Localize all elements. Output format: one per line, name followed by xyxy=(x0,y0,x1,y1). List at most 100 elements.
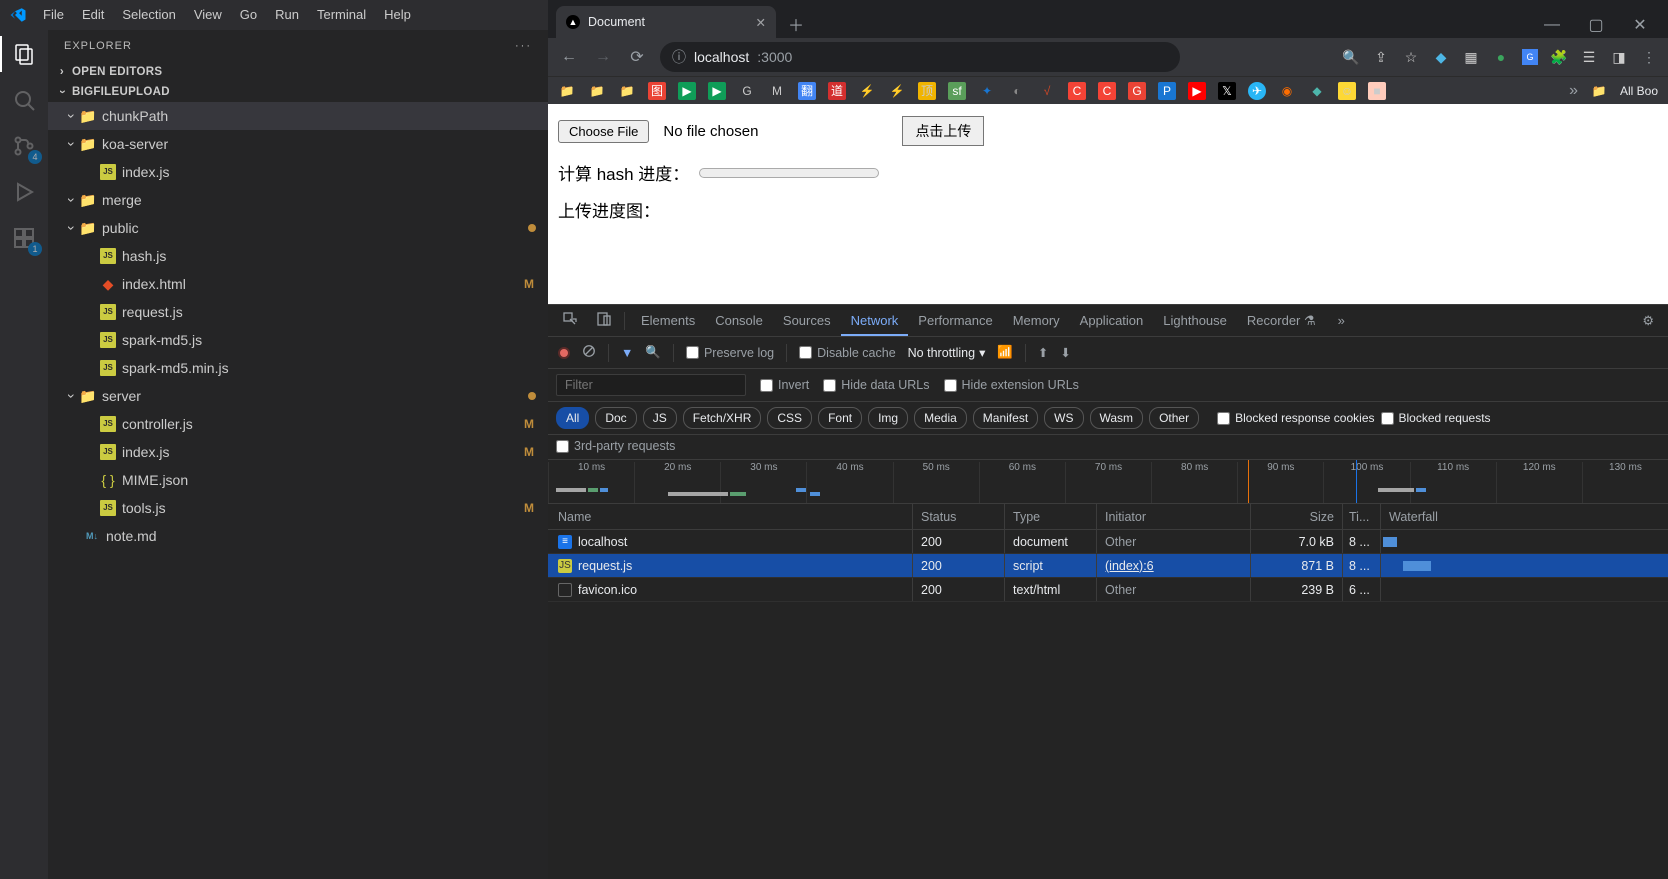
record-icon[interactable] xyxy=(558,347,570,359)
wifi-icon[interactable]: 📶 xyxy=(997,345,1013,360)
menu-help[interactable]: Help xyxy=(375,4,420,25)
throttling-select[interactable]: No throttling ▾ xyxy=(908,345,986,360)
file-request.js[interactable]: JSrequest.js xyxy=(48,298,548,326)
type-filter-doc[interactable]: Doc xyxy=(595,407,636,429)
bm-folder-icon[interactable]: 📁 xyxy=(1590,82,1608,100)
bm-overflow[interactable]: » xyxy=(1569,82,1578,100)
bm-icon[interactable]: ■ xyxy=(1368,82,1386,100)
search-icon[interactable] xyxy=(10,86,38,114)
file-index.html[interactable]: ◆index.htmlM xyxy=(48,270,548,298)
req-initiator[interactable]: (index):6 xyxy=(1105,559,1154,573)
col-type[interactable]: Type xyxy=(1005,504,1097,529)
bm-icon[interactable]: 图 xyxy=(648,82,666,100)
menu-terminal[interactable]: Terminal xyxy=(308,4,375,25)
bm-icon[interactable]: ◆ xyxy=(1308,82,1326,100)
clear-icon[interactable] xyxy=(582,344,596,361)
maximize-icon[interactable]: ▢ xyxy=(1576,12,1616,38)
reading-list-icon[interactable]: ☰ xyxy=(1580,48,1598,66)
bm-gmail-icon[interactable]: M xyxy=(768,82,786,100)
bm-folder-icon[interactable]: 📁 xyxy=(618,82,636,100)
devtools-tab-lighthouse[interactable]: Lighthouse xyxy=(1153,306,1237,336)
file-MIME.json[interactable]: { }MIME.json xyxy=(48,466,548,494)
bm-icon[interactable]: C xyxy=(1068,82,1086,100)
hide-ext-urls-checkbox[interactable]: Hide extension URLs xyxy=(944,378,1079,392)
more-tabs-icon[interactable]: » xyxy=(1332,313,1351,328)
col-waterfall[interactable]: Waterfall xyxy=(1381,504,1668,529)
network-row[interactable]: favicon.ico200text/htmlOther239 B6 ... xyxy=(548,578,1668,602)
download-har-icon[interactable]: ⬇ xyxy=(1060,345,1070,360)
network-row[interactable]: JSrequest.js200script(index):6871 B8 ... xyxy=(548,554,1668,578)
devtools-tab-recorder[interactable]: Recorder ⚗ xyxy=(1237,306,1326,336)
bm-icon[interactable]: 翻 xyxy=(798,82,816,100)
device-toggle-icon[interactable] xyxy=(590,311,618,330)
omnibox[interactable]: ⓘ localhost:3000 xyxy=(660,42,1180,72)
bm-folder-icon[interactable]: 📁 xyxy=(558,82,576,100)
devtools-tab-sources[interactable]: Sources xyxy=(773,306,841,336)
zoom-icon[interactable]: 🔍 xyxy=(1342,48,1360,66)
menu-run[interactable]: Run xyxy=(266,4,308,25)
bm-x-icon[interactable]: 𝕏 xyxy=(1218,82,1236,100)
file-index.js[interactable]: JSindex.jsM xyxy=(48,438,548,466)
bm-google-icon[interactable]: G xyxy=(738,82,756,100)
file-spark-md5.js[interactable]: JSspark-md5.js xyxy=(48,326,548,354)
devtools-tab-network[interactable]: Network xyxy=(841,306,909,336)
share-icon[interactable]: ⇪ xyxy=(1372,48,1390,66)
close-tab-icon[interactable]: ✕ xyxy=(756,15,766,30)
devtools-tab-application[interactable]: Application xyxy=(1070,306,1154,336)
inspect-icon[interactable] xyxy=(556,311,584,330)
bm-icon[interactable]: G xyxy=(1128,82,1146,100)
bm-youtube-icon[interactable]: ▶ xyxy=(1188,82,1206,100)
bm-icon[interactable]: sf xyxy=(948,82,966,100)
invert-checkbox[interactable]: Invert xyxy=(760,378,809,392)
bm-folder-icon[interactable]: 📁 xyxy=(588,82,606,100)
type-filter-img[interactable]: Img xyxy=(868,407,908,429)
type-filter-css[interactable]: CSS xyxy=(767,407,812,429)
extensions-puzzle-icon[interactable]: 🧩 xyxy=(1550,48,1568,66)
devtools-tab-performance[interactable]: Performance xyxy=(908,306,1002,336)
folder-koa-server[interactable]: ›📁koa-server xyxy=(48,130,548,158)
type-filter-all[interactable]: All xyxy=(556,407,589,429)
open-editors-section[interactable]: › OPEN EDITORS xyxy=(48,62,548,82)
bm-all-bookmarks[interactable]: All Boo xyxy=(1620,84,1658,98)
upload-button[interactable]: 点击上传 xyxy=(902,116,984,146)
bm-icon[interactable]: ◉ xyxy=(1278,82,1296,100)
ext4-icon[interactable]: G xyxy=(1522,49,1538,65)
blocked-requests-checkbox[interactable]: Blocked requests xyxy=(1381,411,1491,425)
type-filter-wasm[interactable]: Wasm xyxy=(1090,407,1144,429)
type-filter-other[interactable]: Other xyxy=(1149,407,1199,429)
type-filter-ws[interactable]: WS xyxy=(1044,407,1083,429)
settings-gear-icon[interactable]: ⚙ xyxy=(1636,313,1660,329)
upload-har-icon[interactable]: ⬆ xyxy=(1038,345,1048,360)
type-filter-js[interactable]: JS xyxy=(643,407,677,429)
third-party-checkbox[interactable]: 3rd-party requests xyxy=(556,439,675,453)
timeline[interactable]: 10 ms20 ms30 ms40 ms50 ms60 ms70 ms80 ms… xyxy=(548,460,1668,504)
type-filter-fetch-xhr[interactable]: Fetch/XHR xyxy=(683,407,762,429)
side-panel-icon[interactable]: ◨ xyxy=(1610,48,1628,66)
explorer-icon[interactable] xyxy=(10,40,38,68)
bm-icon[interactable]: ⚡ xyxy=(888,82,906,100)
close-window-icon[interactable]: ✕ xyxy=(1620,12,1660,38)
bm-icon[interactable]: ◐ xyxy=(1008,82,1026,100)
preserve-log-checkbox[interactable]: Preserve log xyxy=(686,346,774,360)
minimize-icon[interactable]: — xyxy=(1532,12,1572,38)
bookmark-star-icon[interactable]: ☆ xyxy=(1402,48,1420,66)
bm-icon[interactable]: C xyxy=(1098,82,1116,100)
filter-funnel-icon[interactable]: ▼ xyxy=(621,346,633,360)
type-filter-media[interactable]: Media xyxy=(914,407,967,429)
source-control-icon[interactable]: 4 xyxy=(10,132,38,160)
hide-data-urls-checkbox[interactable]: Hide data URLs xyxy=(823,378,929,392)
extensions-icon[interactable]: 1 xyxy=(10,224,38,252)
ext2-icon[interactable]: ▦ xyxy=(1462,48,1480,66)
ext3-icon[interactable]: ● xyxy=(1492,48,1510,66)
folder-merge[interactable]: ›📁merge xyxy=(48,186,548,214)
menu-selection[interactable]: Selection xyxy=(113,4,184,25)
disable-cache-checkbox[interactable]: Disable cache xyxy=(799,346,896,360)
network-row[interactable]: ≡localhost200documentOther7.0 kB8 ... xyxy=(548,530,1668,554)
run-debug-icon[interactable] xyxy=(10,178,38,206)
bm-icon[interactable]: ☺ xyxy=(1338,82,1356,100)
menu-view[interactable]: View xyxy=(185,4,231,25)
filter-input[interactable] xyxy=(556,374,746,396)
file-index.js[interactable]: JSindex.js xyxy=(48,158,548,186)
bm-icon[interactable]: 顶 xyxy=(918,82,936,100)
blocked-cookies-checkbox[interactable]: Blocked response cookies xyxy=(1217,411,1374,425)
